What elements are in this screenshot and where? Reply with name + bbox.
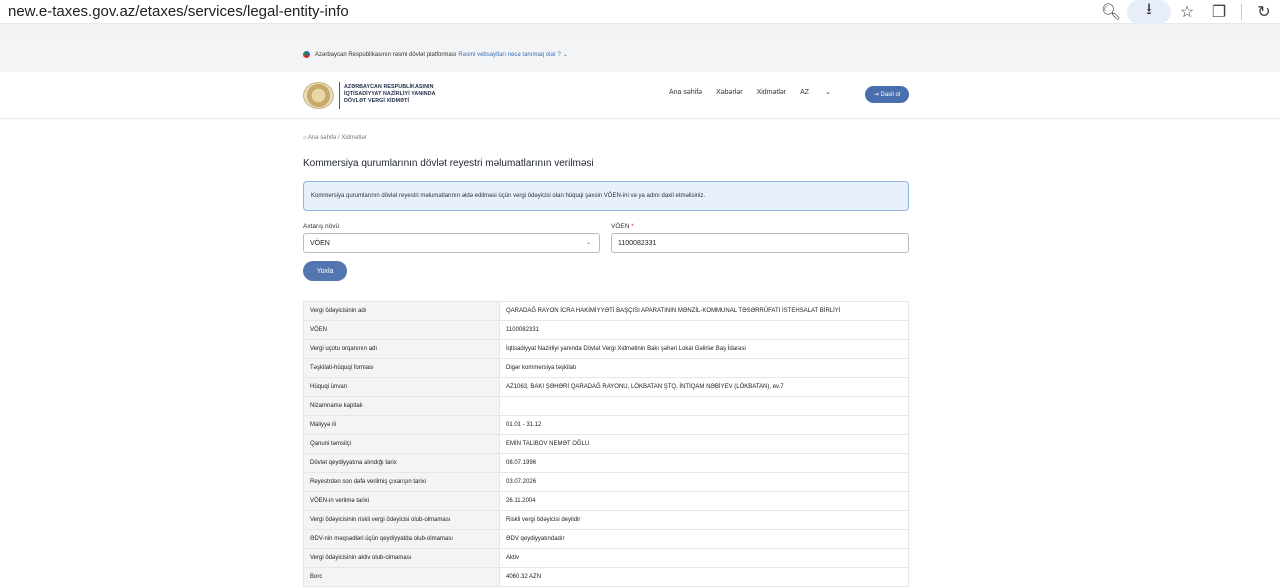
official-banner-text: Azərbaycan Respublikasının rəsmi dövlət … [315, 51, 457, 58]
field-value: ƏDV qeydiyyatındadır [499, 529, 909, 549]
field-label: Maliyyə ili [303, 415, 500, 435]
table-row: Vergi uçotu orqanının adı İqtisadiyyat Na… [303, 339, 909, 359]
field-label: Təşkilati-hüquqi forması [303, 358, 500, 378]
page-top-gap [0, 24, 1280, 37]
profile-icon[interactable]: ↻ [1248, 0, 1280, 24]
nav-services[interactable]: Xidmətlər [757, 89, 787, 96]
field-label: VÖEN-in verilmə tarixi [303, 491, 500, 511]
nav-news[interactable]: Xəbərlər [716, 89, 742, 96]
table-row: Vergi ödəyicisinin aktiv olub-olmaması Ak… [303, 548, 909, 568]
field-label: Qanuni təmsilçi [303, 434, 500, 454]
page-title: Kommersiya qurumlarının dövlət reyestri … [303, 158, 594, 169]
home-icon[interactable]: ⌂ [303, 135, 307, 141]
chevron-down-icon: ⌄ [825, 89, 831, 96]
field-value: AZ1063, BAKI ŞƏHƏRİ QARADAĞ RAYONU, LÖKB… [499, 377, 909, 397]
field-value: 08.07.1996 [499, 453, 909, 473]
logo-divider [339, 82, 340, 109]
field-value: Riskli vergi ödəyicisi deyildir [499, 510, 909, 530]
field-value: İqtisadiyyat Nazirliyi yanında Dövlət Ve… [499, 339, 909, 359]
breadcrumb-text[interactable]: Ana səhifə / Xidmətlər [308, 135, 367, 141]
flag-icon [303, 51, 310, 58]
field-value: 1100082331 [499, 320, 909, 340]
language-label: AZ [800, 89, 810, 96]
login-label: Daxil ol [880, 91, 901, 98]
table-row: Təşkilati-hüquqi forması Digər kommersiya… [303, 358, 909, 378]
zoom-icon[interactable]: 🔍︎ [1095, 0, 1127, 24]
search-type-value: VÖEN [310, 239, 330, 247]
logo-line-2: İQTİSADİYYAT NAZİRLİYİ YANINDA [344, 91, 436, 97]
voen-input-value: 1100082331 [618, 239, 657, 247]
field-label: Reyestrdən son dəfə verilmiş çıxarışın t… [303, 472, 500, 492]
field-label: Hüquqi ünvan [303, 377, 500, 397]
emblem-logo[interactable] [303, 82, 334, 109]
url-text[interactable]: new.e-taxes.gov.az/etaxes/services/legal… [8, 3, 349, 20]
field-label: Dövlət qeydiyyatına alındığı tarix [303, 453, 500, 473]
bookmark-star-icon[interactable]: ☆ [1171, 0, 1203, 24]
table-row: Dövlət qeydiyyatına alındığı tarix 08.07.… [303, 453, 909, 473]
required-asterisk: * [631, 223, 634, 230]
table-row: VÖEN 1100082331 [303, 320, 909, 340]
site-header: AZƏRBAYCAN RESPUBLİKASININ İQTİSADİYYAT … [0, 72, 1280, 119]
field-label: VÖEN [303, 320, 500, 340]
nav-home[interactable]: Ana səhifə [669, 89, 702, 96]
search-type-label: Axtarış növü [303, 223, 340, 230]
chevron-down-icon[interactable]: ⌄ [563, 51, 568, 58]
table-row: Maliyyə ili 01.01 - 31.12 [303, 415, 909, 435]
voen-label: VÖEN * [611, 223, 634, 230]
voen-input[interactable]: 1100082331 [611, 233, 909, 253]
field-label: Vergi ödəyicisinin adı [303, 301, 500, 321]
voen-label-text: VÖEN [611, 223, 630, 230]
field-label: Vergi uçotu orqanının adı [303, 339, 500, 359]
logo-line-1: AZƏRBAYCAN RESPUBLİKASININ [344, 84, 434, 90]
check-button[interactable]: Yoxla [303, 261, 347, 281]
field-value: 03.07.2026 [499, 472, 909, 492]
field-value: 26.11.2004 [499, 491, 909, 511]
language-selector[interactable]: AZ ⌄ [800, 88, 845, 96]
breadcrumb: ⌂ Ana səhifə / Xidmətlər [303, 135, 367, 141]
info-notice: Kommersiya qurumlarının dövlət reyestri … [303, 181, 909, 211]
field-value: QARADAĞ RAYON İCRA HAKİMİYYƏTİ BAŞÇISI A… [499, 301, 909, 321]
entity-info-table: Vergi ödəyicisinin adı QARADAĞ RAYON İCRA… [303, 301, 909, 587]
field-value: 01.01 - 31.12 [499, 415, 909, 435]
login-button[interactable]: ⇥ Daxil ol [865, 86, 909, 103]
login-icon: ⇥ [873, 92, 881, 98]
official-banner-link[interactable]: Rəsmi vebsaytları necə tanımaq olar ? [458, 52, 560, 58]
logo-text[interactable]: AZƏRBAYCAN RESPUBLİKASININ İQTİSADİYYAT … [344, 84, 436, 105]
logo-line-3: DÖVLƏT VERGİ XİDMƏTİ [344, 98, 410, 104]
field-value: EMİN TALIBOV NEMƏT OĞLU [499, 434, 909, 454]
chevron-down-icon: ⌄ [585, 240, 591, 246]
field-value: Digər kommersiya təşkilatı [499, 358, 909, 378]
table-row: ƏDV-nin məqsədləri üçün qeydiyyatda olub… [303, 529, 909, 549]
browser-toolbar: 🔍︎ ⭳ ☆ ❐ ↻ [1095, 0, 1280, 24]
main-nav: Ana səhifə Xəbərlər Xidmətlər AZ ⌄ [669, 88, 859, 97]
field-label: Vergi ödəyicisinin riskli vergi ödəyicis… [303, 510, 500, 530]
table-row: Vergi ödəyicisinin riskli vergi ödəyicis… [303, 510, 909, 530]
install-app-icon[interactable]: ⭳ [1127, 0, 1171, 24]
field-label: Vergi ödəyicisinin aktiv olub-olmaması [303, 548, 500, 568]
table-row: Nizamnamə kapitalı [303, 396, 909, 416]
field-value [499, 396, 909, 416]
extensions-icon[interactable]: ❐ [1203, 0, 1235, 24]
field-label: Nizamnamə kapitalı [303, 396, 500, 416]
official-banner: Azərbaycan Respublikasının rəsmi dövlət … [0, 37, 1280, 72]
search-type-select[interactable]: VÖEN ⌄ [303, 233, 600, 253]
browser-address-bar: new.e-taxes.gov.az/etaxes/services/legal… [0, 0, 1280, 24]
table-row: Hüquqi ünvan AZ1063, BAKI ŞƏHƏRİ QARADAĞ … [303, 377, 909, 397]
table-row: Qanuni təmsilçi EMİN TALIBOV NEMƏT OĞLU [303, 434, 909, 454]
table-row: Vergi ödəyicisinin adı QARADAĞ RAYON İCRA… [303, 301, 909, 321]
field-label: ƏDV-nin məqsədləri üçün qeydiyyatda olub… [303, 529, 500, 549]
table-row: Reyestrdən son dəfə verilmiş çıxarışın t… [303, 472, 909, 492]
toolbar-divider [1241, 3, 1242, 20]
field-value: Aktiv [499, 548, 909, 568]
table-row: VÖEN-in verilmə tarixi 26.11.2004 [303, 491, 909, 511]
